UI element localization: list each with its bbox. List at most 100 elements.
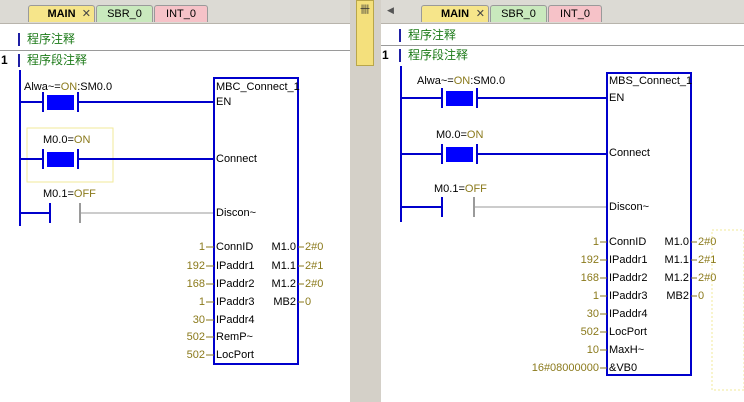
output-pin: MB2 <box>273 296 296 308</box>
contact-label: M0.0=ON <box>436 129 483 142</box>
contact-bar <box>42 149 44 169</box>
input-pin: &VB0 <box>609 362 638 374</box>
output-pin: M1.2 <box>271 278 296 290</box>
grip-glyph: 卌 <box>360 5 370 16</box>
output-pin: M1.1 <box>271 260 296 272</box>
output-value[interactable]: 2#0 <box>698 272 716 285</box>
output-value[interactable]: 2#0 <box>305 278 323 291</box>
input-value[interactable]: 192 <box>187 260 205 273</box>
input-value[interactable]: 1 <box>199 296 205 309</box>
contact-bar-inactive <box>473 197 475 217</box>
input-pin: IPaddr3 <box>216 296 255 308</box>
contact-operand: M0.0 <box>436 129 461 141</box>
output-pin: M1.2 <box>664 272 689 284</box>
split-grip[interactable]: 卌 <box>356 0 374 66</box>
output-pin: M1.0 <box>271 241 296 253</box>
contact-bar <box>441 88 443 108</box>
ladder-network[interactable] <box>381 0 744 402</box>
contact-label: M0.0=ON <box>43 134 90 147</box>
input-value[interactable]: 192 <box>581 254 599 267</box>
input-pin: ConnID <box>609 236 647 248</box>
contact-bar <box>77 149 79 169</box>
pin-en: EN <box>609 92 625 104</box>
contact-state: OFF <box>464 183 487 195</box>
ladder-network[interactable] <box>0 0 350 402</box>
contact-state: ON <box>466 129 484 141</box>
contact-label: Alwa~=ON:SM0.0 <box>417 75 505 88</box>
contact-state: OFF <box>73 188 96 200</box>
input-value[interactable]: 502 <box>187 331 205 344</box>
contact-bar-inactive <box>79 203 81 223</box>
contact-energized[interactable] <box>47 152 74 167</box>
output-value[interactable]: 2#1 <box>305 260 323 273</box>
contact-state: ON <box>453 75 471 87</box>
contact-bar <box>476 88 478 108</box>
input-pin: LocPort <box>216 349 254 361</box>
output-value[interactable]: 0 <box>305 296 311 309</box>
output-value[interactable]: 2#0 <box>698 236 716 249</box>
contact-operand: M0.1 <box>434 183 459 195</box>
input-value[interactable]: 502 <box>581 326 599 339</box>
contact-bar <box>42 92 44 112</box>
input-value[interactable]: 168 <box>187 278 205 291</box>
input-value[interactable]: 1 <box>593 236 599 249</box>
contact-operand: Alwa~ <box>24 81 55 93</box>
contact-label: M0.1=OFF <box>43 188 96 201</box>
contact-bar <box>441 144 443 164</box>
right-editor-pane: ◀ MAIN ✕ SBR_0 INT_0 程序注释 1 程序段注释 Alwa~=… <box>381 0 744 402</box>
contact-label: Alwa~=ON:SM0.0 <box>24 81 112 94</box>
input-pin: IPaddr2 <box>216 278 255 290</box>
contact-state: ON <box>60 81 78 93</box>
left-editor-pane: MAIN ✕ SBR_0 INT_0 程序注释 1 程序段注释 Alwa~=ON… <box>0 0 350 402</box>
contact-operand: M0.0 <box>43 134 68 146</box>
output-pin: MB2 <box>666 290 689 302</box>
input-pin: IPaddr4 <box>216 314 255 326</box>
split-divider[interactable]: 卌 <box>350 0 381 402</box>
input-value[interactable]: 168 <box>581 272 599 285</box>
contact-operand: M0.1 <box>43 188 68 200</box>
input-pin: RemP~ <box>216 331 253 343</box>
contact-operand: Alwa~ <box>417 75 448 87</box>
output-pin: M1.1 <box>664 254 689 266</box>
input-pin: LocPort <box>609 326 647 338</box>
power-rail <box>400 66 402 222</box>
contact-address: :SM0.0 <box>77 81 113 93</box>
pin-connect: Connect <box>609 147 650 159</box>
input-pin: ConnID <box>216 241 254 253</box>
input-pin: IPaddr4 <box>609 308 648 320</box>
pin-disconnect: Discon~ <box>216 207 257 219</box>
input-value[interactable]: 1 <box>199 241 205 254</box>
output-value[interactable]: 2#1 <box>698 254 716 267</box>
contact-bar <box>476 144 478 164</box>
contact-energized[interactable] <box>446 147 473 162</box>
input-pin: IPaddr1 <box>609 254 648 266</box>
pin-connect: Connect <box>216 153 257 165</box>
contact-energized[interactable] <box>47 95 74 110</box>
contact-energized[interactable] <box>446 91 473 106</box>
contact-state: ON <box>73 134 91 146</box>
contact-label: M0.1=OFF <box>434 183 487 196</box>
input-value[interactable]: 30 <box>587 308 599 321</box>
output-pin: M1.0 <box>664 236 689 248</box>
input-pin: MaxH~ <box>609 344 645 356</box>
contact-bar <box>77 92 79 112</box>
output-value[interactable]: 2#0 <box>305 241 323 254</box>
contact-bar <box>49 203 51 223</box>
contact-bar <box>441 197 443 217</box>
input-pin: IPaddr3 <box>609 290 648 302</box>
input-value[interactable]: 30 <box>193 314 205 327</box>
power-rail <box>19 70 21 226</box>
contact-address: :SM0.0 <box>470 75 506 87</box>
input-pin: IPaddr2 <box>609 272 648 284</box>
input-value[interactable]: 1 <box>593 290 599 303</box>
block-title: MBC_Connect_1 <box>216 81 300 93</box>
pin-en: EN <box>216 96 232 108</box>
input-value[interactable]: 16#08000000 <box>532 362 599 375</box>
block-title: MBS_Connect_1 <box>609 75 693 87</box>
input-value[interactable]: 10 <box>587 344 599 357</box>
output-value[interactable]: 0 <box>698 290 704 303</box>
selection-box <box>711 229 744 391</box>
pin-disconnect: Discon~ <box>609 201 650 213</box>
input-pin: IPaddr1 <box>216 260 255 272</box>
input-value[interactable]: 502 <box>187 349 205 362</box>
